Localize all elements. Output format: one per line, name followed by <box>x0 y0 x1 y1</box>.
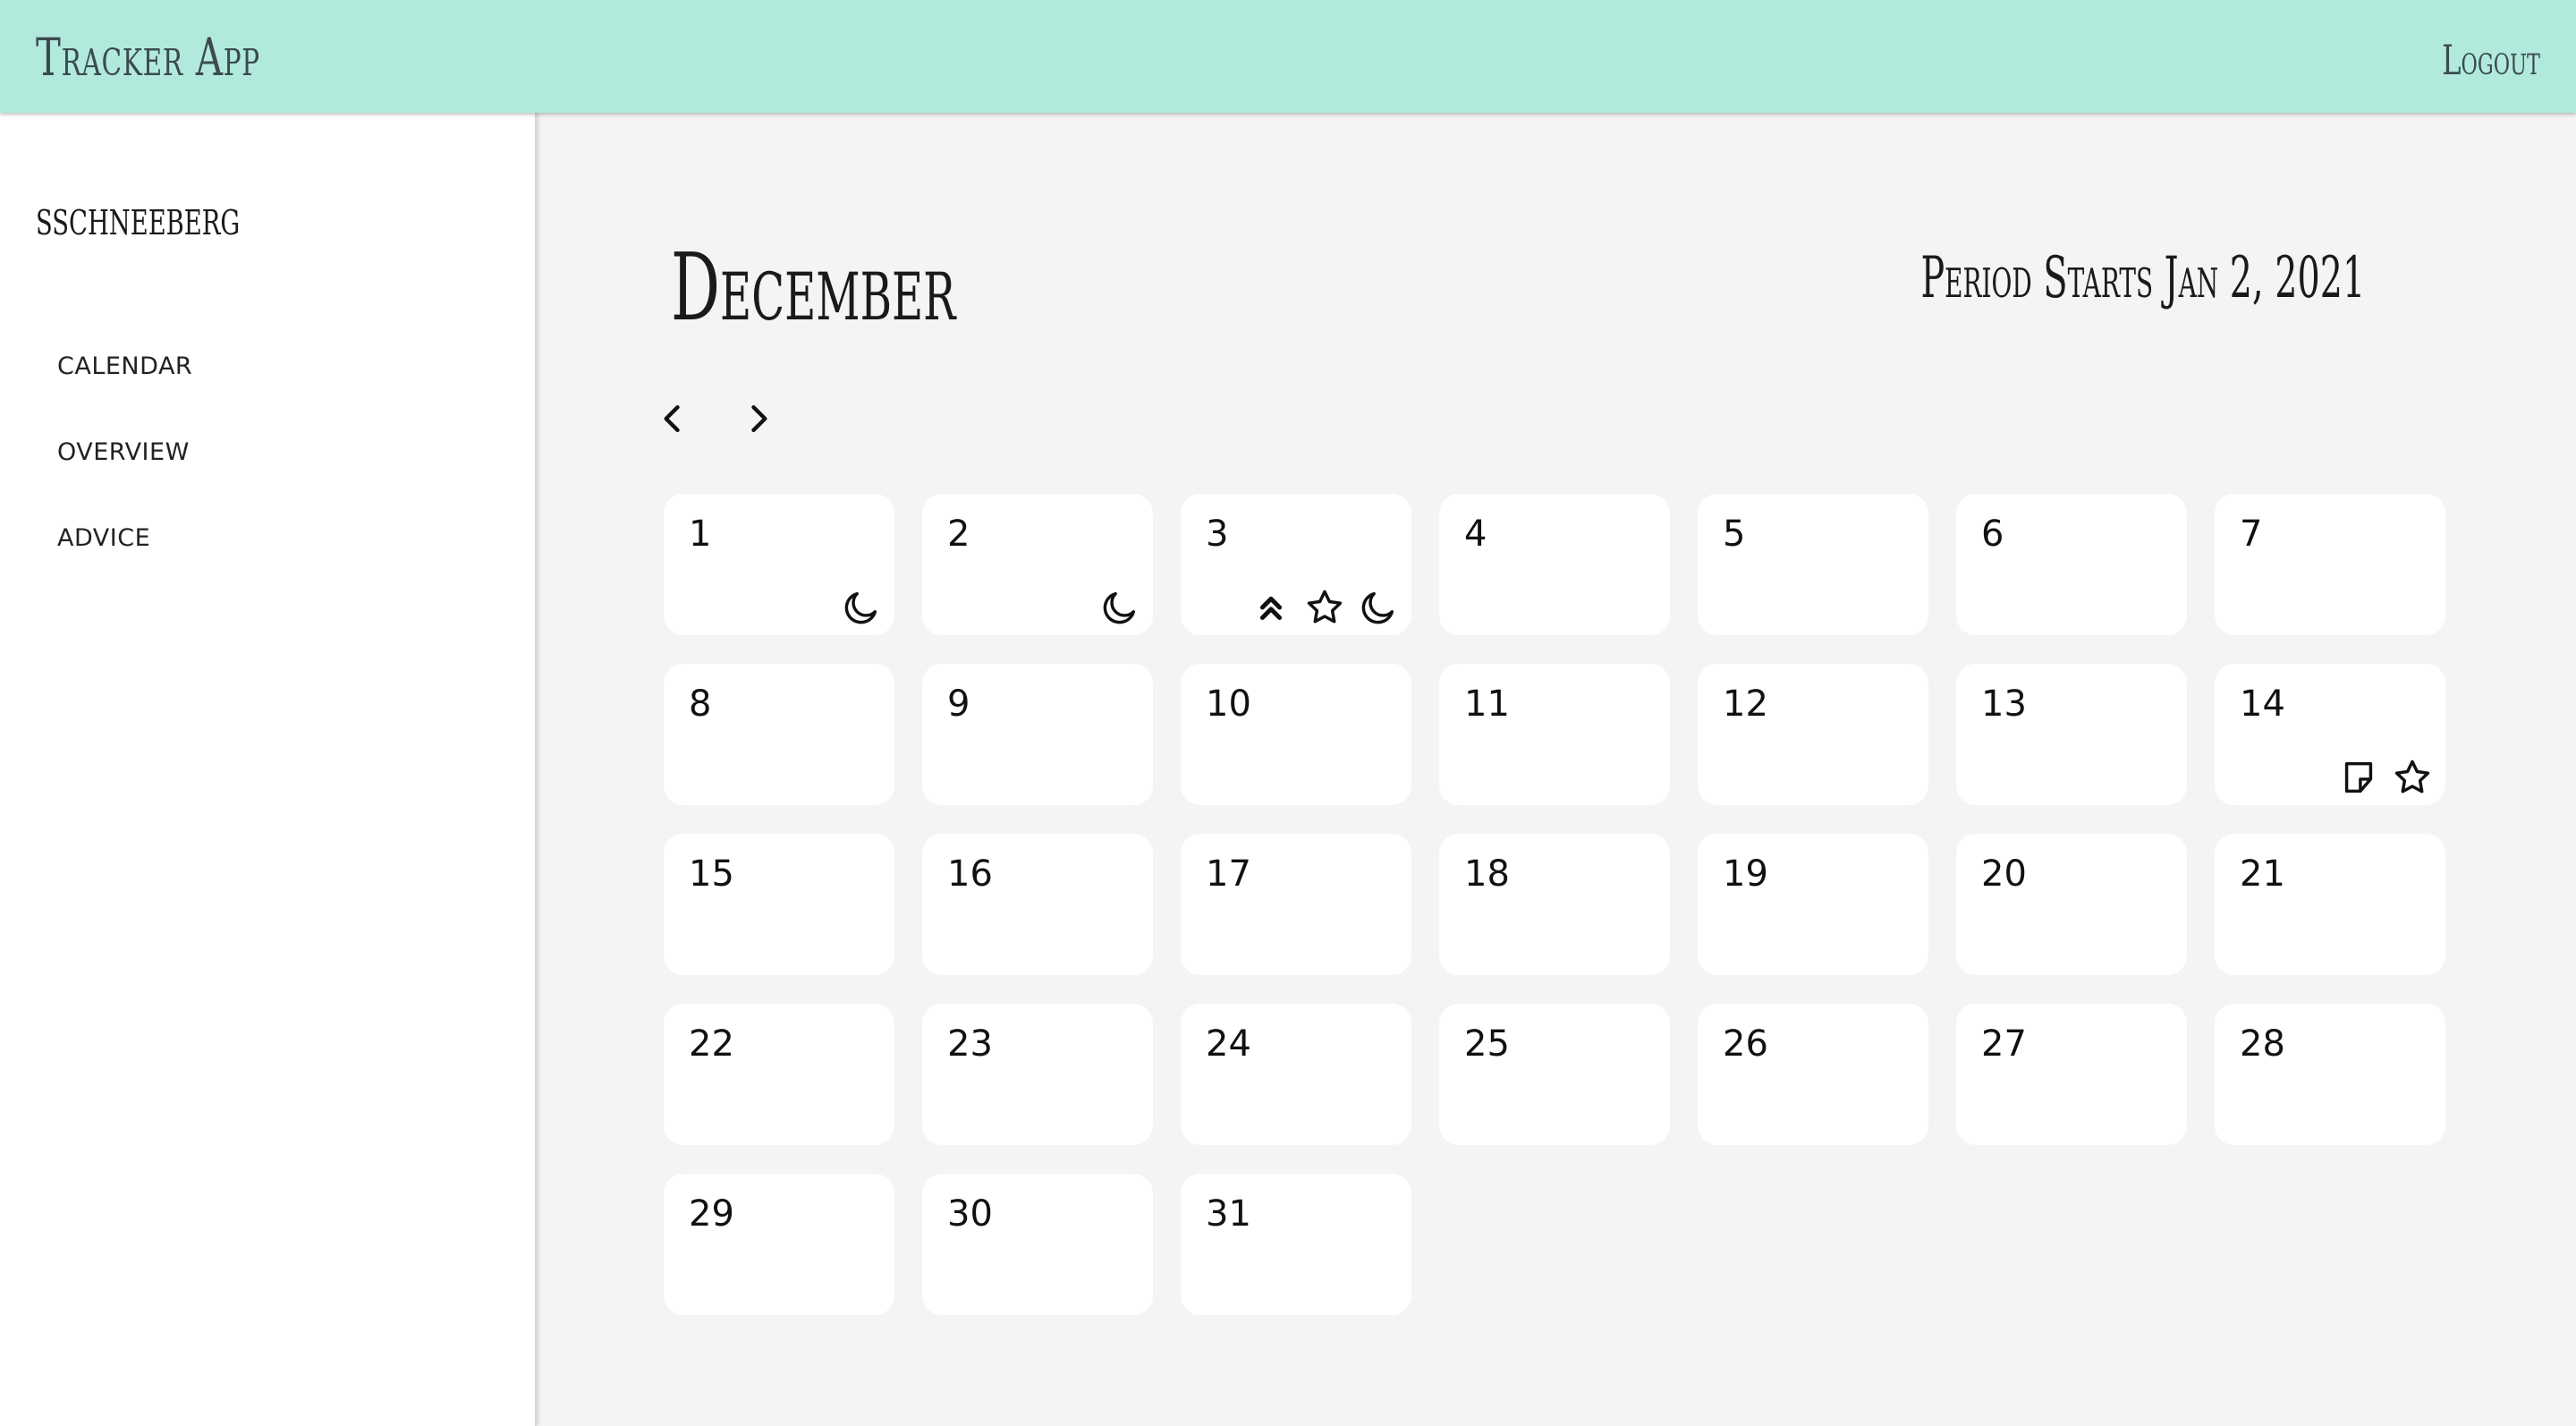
day-number: 28 <box>2240 1023 2285 1065</box>
day-number: 1 <box>689 514 712 555</box>
calendar-day[interactable]: 3 <box>1181 494 1411 635</box>
day-indicators <box>841 587 882 628</box>
calendar-day[interactable]: 1 <box>664 494 894 635</box>
day-number: 24 <box>1206 1023 1251 1065</box>
day-number: 7 <box>2240 514 2263 555</box>
day-indicators <box>2338 757 2433 798</box>
calendar-day[interactable]: 2 <box>922 494 1153 635</box>
day-number: 4 <box>1464 514 1487 555</box>
day-number: 3 <box>1206 514 1229 555</box>
calendar-day[interactable]: 17 <box>1181 834 1411 975</box>
calendar-day[interactable]: 9 <box>922 664 1153 805</box>
day-number: 11 <box>1464 683 1510 725</box>
calendar-day[interactable]: 15 <box>664 834 894 975</box>
chevron-left-icon <box>653 404 692 442</box>
sidebar: sschneeberg CALENDAR OVERVIEW ADVICE <box>0 113 537 1426</box>
prev-month-button[interactable] <box>653 399 692 438</box>
day-indicators <box>1250 587 1399 628</box>
top-bar: Tracker App Logout <box>0 0 2576 113</box>
calendar-day[interactable]: 25 <box>1439 1004 1670 1145</box>
day-number: 22 <box>689 1023 734 1065</box>
day-number: 26 <box>1723 1023 1768 1065</box>
next-month-button[interactable] <box>739 399 778 438</box>
sidebar-item-calendar[interactable]: CALENDAR <box>57 352 192 438</box>
day-number: 27 <box>1981 1023 2027 1065</box>
day-number: 19 <box>1723 853 1768 895</box>
day-number: 5 <box>1723 514 1746 555</box>
username: sschneeberg <box>36 190 241 246</box>
day-number: 20 <box>1981 853 2027 895</box>
day-number: 8 <box>689 683 712 725</box>
app-title[interactable]: Tracker App <box>36 27 260 88</box>
calendar-day[interactable]: 21 <box>2215 834 2445 975</box>
day-number: 25 <box>1464 1023 1510 1065</box>
day-number: 9 <box>947 683 970 725</box>
calendar-day[interactable]: 14 <box>2215 664 2445 805</box>
calendar-day[interactable]: 10 <box>1181 664 1411 805</box>
main-content: December Period Starts Jan 2, 2021 12345… <box>538 113 2576 1426</box>
month-title: December <box>671 233 956 342</box>
chevron-right-icon <box>739 404 778 442</box>
sidebar-item-advice[interactable]: ADVICE <box>57 524 192 610</box>
calendar-day[interactable]: 23 <box>922 1004 1153 1145</box>
calendar-day[interactable]: 29 <box>664 1174 894 1315</box>
calendar-day[interactable]: 26 <box>1698 1004 1928 1145</box>
star-icon <box>1304 587 1345 628</box>
day-number: 23 <box>947 1023 993 1065</box>
day-number: 30 <box>947 1193 993 1235</box>
day-number: 29 <box>689 1193 734 1235</box>
calendar-grid: 1 2 3 4 5 6 7 8 9 10 11 12 13 14 15 16 17 18 19 20 21 22 23 24 2… <box>664 494 2445 1315</box>
day-number: 2 <box>947 514 970 555</box>
sidebar-nav: CALENDAR OVERVIEW ADVICE <box>57 352 192 610</box>
day-number: 17 <box>1206 853 1251 895</box>
calendar-day[interactable]: 24 <box>1181 1004 1411 1145</box>
day-number: 18 <box>1464 853 1510 895</box>
calendar-day[interactable]: 31 <box>1181 1174 1411 1315</box>
calendar-day[interactable]: 16 <box>922 834 1153 975</box>
period-start-text: Period Starts Jan 2, 2021 <box>1920 245 2365 311</box>
day-number: 31 <box>1206 1193 1251 1235</box>
calendar-day[interactable]: 28 <box>2215 1004 2445 1145</box>
day-number: 16 <box>947 853 993 895</box>
calendar-day[interactable]: 4 <box>1439 494 1670 635</box>
day-number: 15 <box>689 853 734 895</box>
moon-icon <box>841 587 882 628</box>
day-indicators <box>1099 587 1140 628</box>
day-number: 12 <box>1723 683 1768 725</box>
calendar-day[interactable]: 11 <box>1439 664 1670 805</box>
calendar-day[interactable]: 20 <box>1956 834 2187 975</box>
calendar-day[interactable]: 6 <box>1956 494 2187 635</box>
sidebar-item-overview[interactable]: OVERVIEW <box>57 438 192 524</box>
moon-icon <box>1099 587 1140 628</box>
calendar-day[interactable]: 30 <box>922 1174 1153 1315</box>
calendar-day[interactable]: 18 <box>1439 834 1670 975</box>
day-number: 10 <box>1206 683 1251 725</box>
calendar-day[interactable]: 12 <box>1698 664 1928 805</box>
double-chevron-up-icon <box>1250 587 1292 628</box>
day-number: 14 <box>2240 683 2285 725</box>
calendar-day[interactable]: 19 <box>1698 834 1928 975</box>
calendar-day[interactable]: 22 <box>664 1004 894 1145</box>
day-number: 21 <box>2240 853 2285 895</box>
moon-icon <box>1358 587 1399 628</box>
day-number: 6 <box>1981 514 2004 555</box>
calendar-day[interactable]: 5 <box>1698 494 1928 635</box>
calendar-day[interactable]: 8 <box>664 664 894 805</box>
calendar-day[interactable]: 27 <box>1956 1004 2187 1145</box>
day-number: 13 <box>1981 683 2027 725</box>
calendar-day[interactable]: 7 <box>2215 494 2445 635</box>
logout-link[interactable]: Logout <box>2442 36 2540 84</box>
note-icon <box>2338 757 2379 798</box>
star-icon <box>2392 757 2433 798</box>
calendar-day[interactable]: 13 <box>1956 664 2187 805</box>
